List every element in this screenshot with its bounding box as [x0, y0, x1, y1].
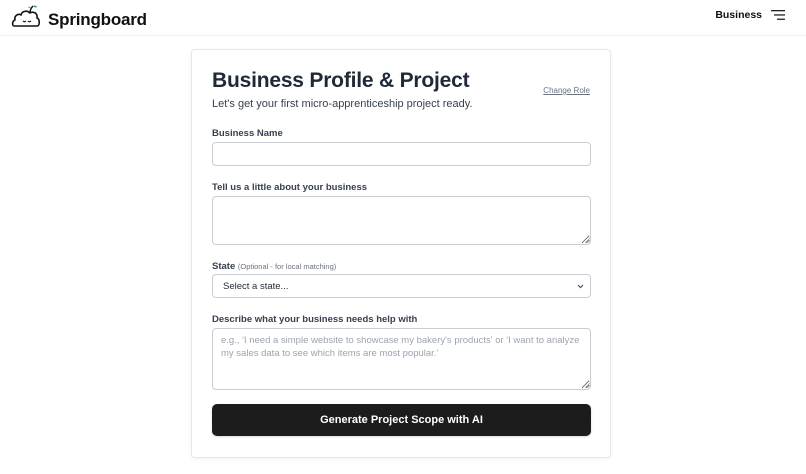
- page-subtitle: Let's get your first micro-apprenticeshi…: [212, 98, 473, 110]
- business-name-input[interactable]: [212, 142, 591, 166]
- generate-project-scope-button[interactable]: Generate Project Scope with AI: [212, 404, 591, 436]
- state-select-value: Select a state...: [223, 281, 289, 292]
- brand[interactable]: Springboard: [11, 4, 147, 35]
- state-optional-hint: (Optional - for local matching): [237, 262, 337, 271]
- brand-name: Springboard: [48, 9, 147, 29]
- about-business-label: Tell us a little about your business: [212, 182, 368, 193]
- chevron-down-icon: [577, 284, 584, 289]
- state-label: State: [212, 261, 236, 272]
- role-label: Business: [715, 9, 762, 21]
- top-navbar: Springboard Business: [0, 0, 806, 36]
- about-business-textarea[interactable]: [212, 196, 591, 245]
- needs-textarea[interactable]: [212, 328, 591, 390]
- change-role-link[interactable]: Change Role: [543, 86, 590, 95]
- cloud-sprout-logo-icon: [11, 4, 41, 35]
- page-title: Business Profile & Project: [212, 69, 470, 92]
- nav-right: Business: [715, 9, 785, 21]
- hamburger-menu-icon[interactable]: [771, 9, 785, 21]
- state-label-group: State (Optional - for local matching): [212, 261, 336, 272]
- needs-label: Describe what your business needs help w…: [212, 314, 418, 325]
- business-name-label: Business Name: [212, 128, 283, 139]
- state-select[interactable]: Select a state...: [212, 274, 591, 298]
- business-profile-card: Business Profile & Project Change Role L…: [191, 49, 611, 458]
